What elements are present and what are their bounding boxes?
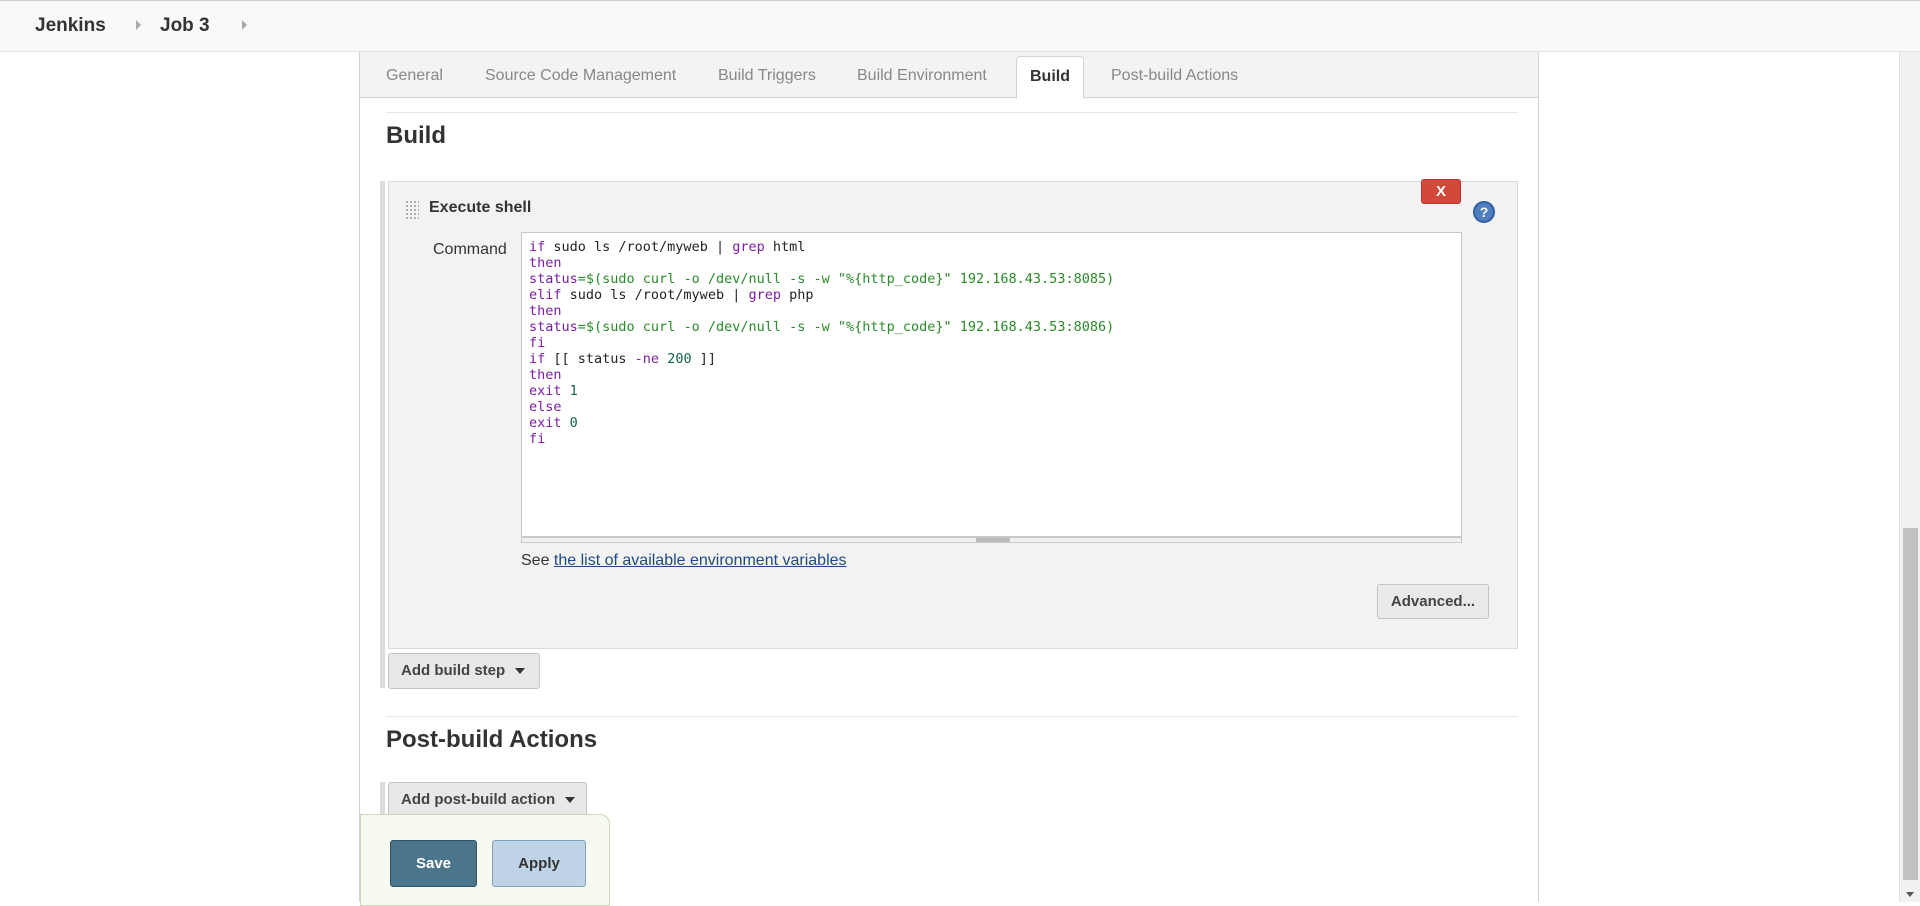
delete-step-button[interactable]: X: [1421, 179, 1461, 204]
build-section-bar: [380, 181, 385, 688]
env-vars-hint: See the list of available environment va…: [521, 552, 847, 570]
command-editor[interactable]: if sudo ls /root/myweb | grep html then st…: [521, 232, 1462, 537]
help-icon[interactable]: ?: [1473, 201, 1495, 223]
breadcrumb: Jenkins Job 3: [0, 0, 1920, 52]
add-build-step-label: Add build step: [401, 662, 506, 679]
code-line-2: then: [529, 255, 562, 271]
code-line-9: then: [529, 367, 562, 383]
code-line-5: then: [529, 303, 562, 319]
build-section-title: Build: [386, 122, 446, 149]
editor-resize-handle[interactable]: [521, 537, 1462, 543]
execute-shell-step: Execute shell X ? Command if sudo ls /ro…: [388, 179, 1518, 649]
code-line-10: exit 1: [529, 383, 578, 399]
code-line-6: status=$(sudo curl -o /dev/null -s -w "%…: [529, 319, 1115, 335]
post-build-section-title: Post-build Actions: [386, 726, 598, 753]
breadcrumb-job[interactable]: Job 3: [160, 15, 210, 37]
breadcrumb-arrow-icon[interactable]: [136, 20, 141, 30]
env-vars-prefix: See: [521, 552, 550, 569]
tab-build-triggers[interactable]: Build Triggers: [718, 67, 816, 85]
section-divider: [386, 112, 1518, 113]
code-line-1: if sudo ls /root/myweb | grep html: [529, 239, 806, 255]
resize-grip-icon[interactable]: [976, 538, 1010, 542]
page-scrollbar[interactable]: [1899, 52, 1920, 902]
add-post-build-action-label: Add post-build action: [401, 791, 556, 808]
tab-source-code-management[interactable]: Source Code Management: [485, 67, 676, 85]
code-line-8: if [[ status -ne 200 ]]: [529, 351, 716, 367]
config-panel: General Source Code Management Build Tri…: [359, 52, 1539, 906]
apply-button[interactable]: Apply: [492, 840, 586, 887]
breadcrumb-arrow-icon[interactable]: [242, 20, 247, 30]
scrollbar-thumb[interactable]: [1903, 528, 1918, 880]
code-line-11: else: [529, 399, 562, 415]
code-line-13: fi: [529, 431, 546, 447]
scroll-down-arrow-icon[interactable]: [1906, 892, 1914, 897]
tab-general[interactable]: General: [386, 67, 443, 85]
code-line-12: exit 0: [529, 415, 578, 431]
code-line-7: fi: [529, 335, 546, 351]
add-build-step-button[interactable]: Add build step: [388, 653, 540, 689]
breadcrumb-jenkins[interactable]: Jenkins: [35, 15, 106, 37]
tab-bar: General Source Code Management Build Tri…: [360, 52, 1538, 99]
tab-build-environment[interactable]: Build Environment: [857, 67, 987, 85]
bottom-button-bar: Save Apply: [360, 814, 610, 906]
tab-post-build-actions[interactable]: Post-build Actions: [1111, 67, 1238, 85]
drag-handle-icon[interactable]: [405, 200, 419, 220]
code-line-4: elif sudo ls /root/myweb | grep php: [529, 287, 814, 303]
add-post-build-action-button[interactable]: Add post-build action: [388, 782, 587, 818]
advanced-button[interactable]: Advanced...: [1377, 584, 1489, 619]
caret-down-icon: [565, 797, 576, 804]
env-vars-link[interactable]: the list of available environment variab…: [554, 552, 847, 569]
save-button[interactable]: Save: [390, 840, 477, 887]
step-title: Execute shell: [429, 199, 532, 216]
tab-build[interactable]: Build: [1016, 56, 1084, 99]
command-label: Command: [433, 241, 507, 258]
caret-down-icon: [515, 668, 526, 675]
section-divider: [386, 716, 1518, 717]
code-line-3: status=$(sudo curl -o /dev/null -s -w "%…: [529, 271, 1115, 287]
